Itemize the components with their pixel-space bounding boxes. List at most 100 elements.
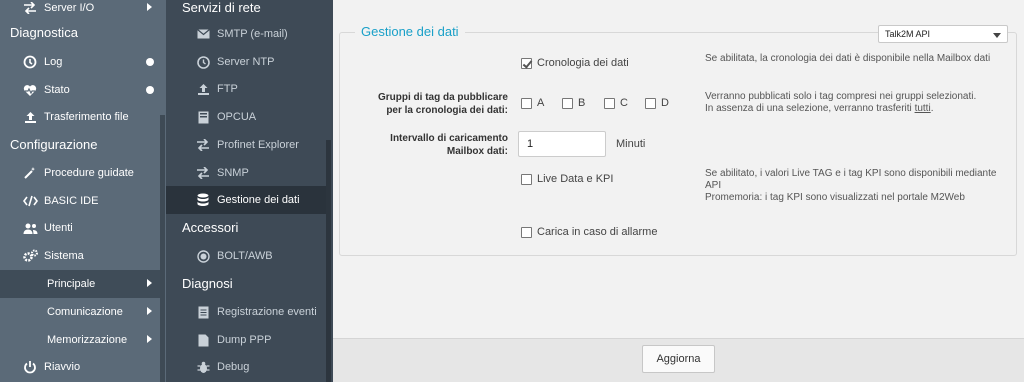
allarme-label: Carica in caso di allarme [537,226,658,238]
live-data-help-line1: Se abilitato, i valori Live TAG e i tag … [705,168,997,191]
sidebar-item-label: Procedure guidate [44,167,134,179]
sidebar-item-basic-ide[interactable]: BASIC IDE [0,187,160,215]
upload-icon [196,82,210,96]
sidebar-subitem-principale[interactable]: Principale [0,270,160,298]
plus-circle-icon[interactable] [146,58,154,66]
submenu-item-label: Registrazione eventi [217,306,317,318]
sidebar-item-utenti[interactable]: Utenti [0,214,160,242]
gruppo-d-label: D [661,97,669,109]
envelope-icon [196,27,210,41]
intervallo-unit: Minuti [616,138,646,150]
panel-title: Gestione dei dati [355,24,465,39]
live-data-help: Se abilitato, i valori Live TAG e i tag … [705,168,1005,204]
submenu-item-label: Dump PPP [217,334,272,346]
sidebar-item-label: Riavvio [44,361,81,373]
exchange-icon [22,0,38,16]
cronologia-checkbox[interactable] [521,58,532,69]
intervallo-label: Intervallo di caricamento Mailbox dati: [390,133,508,157]
gruppi-help-line1: Verranno pubblicati solo i tag compresi … [705,91,977,102]
submenu-item-profinet-explorer[interactable]: Profinet Explorer [166,131,326,159]
allarme-checkbox[interactable] [521,227,532,238]
database-icon [196,193,210,207]
main-content: Gestione dei dati Talk2M API Cronologia … [333,0,1024,382]
submenu-item-label: OPCUA [217,111,257,123]
sidebar-item-label: BASIC IDE [44,195,99,207]
submenu-item-label: BOLT/AWB [217,250,273,262]
sidebar-item-label: Utenti [44,222,73,234]
gruppo-b-label: B [578,97,586,109]
target-icon [196,249,210,263]
plus-circle-icon[interactable] [146,86,154,94]
sidebar-item-label: Stato [44,84,70,96]
submenu-item-dump-ppp[interactable]: Dump PPP [166,326,326,354]
gruppo-b-checkbox[interactable] [562,98,573,109]
submenu-item-debug[interactable]: Debug [166,353,326,381]
sidebar-item-procedure-guidate[interactable]: Procedure guidate [0,159,160,187]
mode-select[interactable]: Talk2M API [878,25,1008,43]
sidebar-subitem-label: Principale [47,278,96,290]
chevron-down-icon [993,33,1001,38]
sidebar-subitem-memorizzazione[interactable]: Memorizzazione [0,326,160,354]
submenu-item-registrazione-eventi[interactable]: Registrazione eventi [166,298,326,326]
file-icon [196,333,210,347]
submenu-item-server-ntp[interactable]: Server NTP [166,48,326,76]
sidebar-item-riavvio[interactable]: Riavvio [0,353,160,381]
submenu-item-smtp[interactable]: SMTP (e-mail) [166,20,326,48]
submenu-item-label: Profinet Explorer [217,139,299,151]
section-title-servizi-di-rete: Servizi di rete [182,0,261,15]
gruppo-c-label: C [620,97,628,109]
gruppo-c-checkbox[interactable] [604,98,615,109]
upload-icon [22,109,38,125]
sidebar-subitem-comunicazione[interactable]: Comunicazione [0,298,160,326]
submenu-item-ftp[interactable]: FTP [166,75,326,103]
magic-wand-icon [22,165,38,181]
history-icon [22,54,38,70]
sidebar-item-sistema[interactable]: Sistema [0,242,160,270]
submenu-item-label: Gestione dei dati [217,194,300,206]
chevron-right-icon [147,279,152,287]
live-data-checkbox[interactable] [521,174,532,185]
submenu-item-label: SMTP (e-mail) [217,28,288,40]
sidebar-item-label: Sistema [44,250,84,262]
sidebar-item-trasferimento-file[interactable]: Trasferimento file [0,103,160,131]
gruppi-help-end: . [930,103,934,114]
sidebar-item-stato[interactable]: Stato [0,76,160,104]
submenu-item-opcua[interactable]: OPCUA [166,103,326,131]
submenu-item-snmp[interactable]: SNMP [166,159,326,187]
submenu-item-label: SNMP [217,167,249,179]
live-data-help-line2: Promemoria: i tag KPI sono visualizzati … [705,192,965,203]
power-icon [22,359,38,375]
submenu-item-bolt-awb[interactable]: BOLT/AWB [166,242,326,270]
submenu-item-gestione-dei-dati[interactable]: Gestione dei dati [166,186,326,214]
sidebar-scrollbar[interactable] [160,115,165,382]
submenu-item-label: FTP [217,83,238,95]
clock-icon [196,55,210,69]
sidebar-item-label: Trasferimento file [44,111,129,123]
sidebar-item-log[interactable]: Log [0,48,160,76]
section-title-accessori: Accessori [182,220,239,235]
update-button[interactable]: Aggiorna [642,345,715,373]
sidebar-item-server-io[interactable]: Server I/O [0,0,160,22]
section-title-diagnostica: Diagnostica [10,25,78,40]
live-data-label: Live Data e KPI [537,173,614,185]
exchange-icon [196,166,210,180]
heartbeat-icon [22,82,38,98]
sidebar-subitem-label: Memorizzazione [47,334,128,346]
cronologia-label: Cronologia dei dati [537,57,629,69]
sidebar-item-label: Server I/O [44,2,95,14]
gruppo-d-checkbox[interactable] [645,98,656,109]
gruppi-help-text: In assenza di una selezione, verranno tr… [705,103,915,114]
submenu-sidebar: Servizi di rete SMTP (e-mail) Server NTP… [166,0,333,382]
server-icon [196,110,210,124]
intervallo-input[interactable] [518,131,606,157]
chevron-right-icon [147,307,152,315]
submenu-scrollbar[interactable] [326,140,331,382]
submenu-item-label: Debug [217,361,250,373]
gruppo-a-checkbox[interactable] [521,98,532,109]
data-management-panel: Gestione dei dati Talk2M API Cronologia … [339,24,1017,256]
section-title-configurazione: Configurazione [10,137,98,152]
chevron-right-icon [147,335,152,343]
gruppo-a-label: A [537,97,545,109]
chevron-right-icon [147,3,152,11]
tutti-link[interactable]: tutti [915,103,931,114]
